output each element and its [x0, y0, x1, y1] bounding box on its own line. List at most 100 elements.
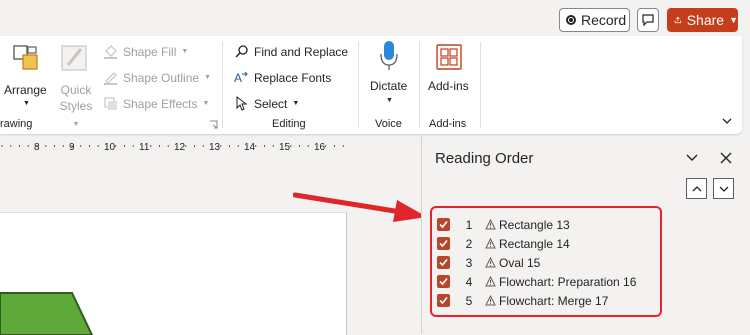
chevron-down-icon: ▼ [729, 15, 738, 25]
checkmark-icon [439, 258, 448, 267]
select-button[interactable]: Select ▼ [234, 96, 299, 111]
checkmark-icon [439, 296, 448, 305]
add-ins-button[interactable]: Add-ins [425, 40, 475, 110]
shape-effects-button[interactable]: Shape Effects ▼ [103, 96, 209, 111]
warning-icon [485, 257, 496, 268]
chevron-down-icon: ▼ [23, 100, 30, 107]
shape-effects-label: Shape Effects [123, 96, 198, 111]
horizontal-ruler: 8 9 10 11 12 13 14 15 16 [0, 140, 345, 153]
share-button[interactable]: Share ▼ [667, 8, 738, 32]
checkbox[interactable] [437, 275, 450, 288]
shape-outline-button[interactable]: Shape Outline ▼ [103, 70, 211, 85]
warning-icon [485, 238, 496, 249]
item-label: Rectangle 14 [499, 236, 570, 251]
svg-text:A: A [234, 71, 242, 85]
paint-bucket-icon [104, 45, 117, 59]
voice-group-label: Voice [375, 118, 402, 130]
separator [419, 42, 420, 128]
comments-button[interactable] [637, 8, 659, 32]
chevron-down-icon: ▼ [386, 97, 393, 104]
record-label: Record [581, 12, 627, 28]
chevron-up-icon [692, 185, 701, 191]
close-icon [720, 152, 732, 164]
collapse-ribbon-icon[interactable] [720, 114, 734, 128]
arrange-icon [13, 45, 38, 70]
ruler-number: 13 [209, 142, 221, 152]
separator [222, 42, 223, 128]
slide-canvas[interactable] [0, 212, 347, 335]
warning-icon [485, 295, 496, 306]
shape-outline-label: Shape Outline [123, 70, 200, 85]
select-label: Select [254, 96, 288, 111]
slide-shape-flowchart-preparation[interactable] [0, 291, 95, 335]
quick-styles-icon [61, 45, 87, 71]
find-replace-button[interactable]: Find and Replace [234, 44, 348, 59]
dialog-launcher-icon[interactable] [209, 120, 218, 129]
replace-fonts-button[interactable]: A Replace Fonts [234, 70, 332, 86]
find-replace-label: Find and Replace [254, 44, 349, 59]
reading-order-item[interactable]: 4 Flowchart: Preparation 16 [437, 272, 636, 291]
share-icon [674, 16, 681, 24]
quick-styles-label-line1: Quick [60, 83, 92, 97]
replace-fonts-icon: A [234, 71, 248, 85]
item-index: 4 [465, 274, 473, 289]
ruler-number: 15 [279, 142, 291, 152]
checkbox[interactable] [437, 237, 450, 250]
search-icon [235, 45, 248, 58]
chevron-down-icon: ▼ [292, 100, 300, 107]
quick-styles-label: Quick Styles ▼ [58, 82, 94, 133]
warning-icon [485, 219, 496, 230]
quick-styles-label-text: Styles [59, 99, 93, 113]
ruler-number: 10 [104, 142, 116, 152]
annotation-arrow [293, 192, 427, 222]
ruler-number: 11 [139, 142, 150, 152]
item-index: 1 [465, 217, 473, 232]
checkmark-icon [439, 239, 448, 248]
item-index: 3 [465, 255, 473, 270]
cursor-icon [236, 96, 248, 111]
reading-order-item[interactable]: 3 Oval 15 [437, 253, 540, 272]
item-label: Rectangle 13 [499, 217, 570, 232]
add-ins-group-label: Add-ins [429, 118, 467, 130]
chevron-down-icon: ▼ [204, 74, 211, 81]
chevron-down-icon [719, 186, 728, 192]
reading-order-item[interactable]: 5 Flowchart: Merge 17 [437, 291, 608, 310]
microphone-icon [380, 41, 398, 70]
shape-fill-button[interactable]: Shape Fill ▼ [103, 44, 188, 59]
record-icon [566, 15, 576, 25]
arrange-button[interactable]: Arrange ▼ [2, 42, 50, 108]
reading-order-item[interactable]: 2 Rectangle 14 [437, 234, 570, 253]
checkmark-icon [439, 277, 448, 286]
dictate-label: Dictate [370, 79, 408, 93]
ruler-number: 12 [174, 142, 186, 152]
separator [480, 42, 481, 128]
reading-order-item[interactable]: 1 Rectangle 13 [437, 215, 570, 234]
ruler-number: 8 [34, 142, 40, 152]
replace-fonts-label: Replace Fonts [254, 70, 332, 85]
chevron-down-icon: ▼ [202, 100, 210, 107]
checkbox[interactable] [437, 256, 450, 269]
chevron-down-icon [686, 154, 698, 161]
add-ins-label: Add-ins [428, 79, 469, 93]
item-index: 2 [465, 236, 473, 251]
record-button[interactable]: Record [559, 8, 630, 32]
editing-group-label: Editing [272, 118, 306, 130]
add-ins-icon [436, 44, 462, 70]
quick-styles-label-line2: Styles ▼ [59, 99, 93, 128]
item-label: Flowchart: Preparation 16 [499, 274, 637, 289]
comment-icon [642, 14, 654, 27]
dictate-button[interactable]: Dictate ▼ [364, 40, 414, 110]
ruler-number: 9 [69, 142, 75, 152]
checkmark-icon [439, 220, 448, 229]
quick-styles-button[interactable]: Quick Styles ▼ [54, 42, 94, 128]
drawing-group-label: rawing [0, 118, 33, 130]
checkbox[interactable] [437, 218, 450, 231]
move-up-button[interactable] [686, 178, 707, 199]
shape-fill-label: Shape Fill [123, 44, 177, 59]
checkbox[interactable] [437, 294, 450, 307]
close-pane-button[interactable] [718, 150, 734, 169]
pen-icon [104, 72, 117, 85]
pane-options-button[interactable] [684, 150, 700, 169]
move-down-button[interactable] [713, 178, 734, 199]
ruler-number: 14 [244, 142, 256, 152]
